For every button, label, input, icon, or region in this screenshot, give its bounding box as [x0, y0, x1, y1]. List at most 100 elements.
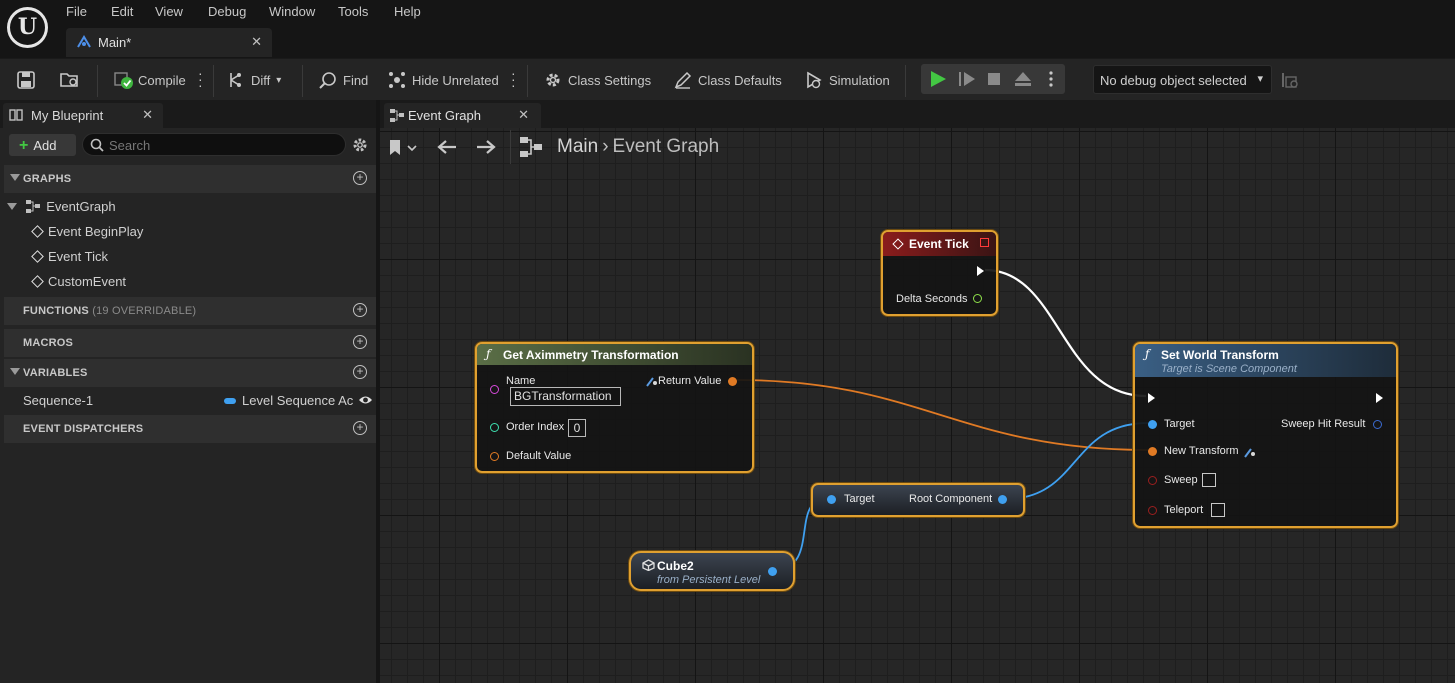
order-index-input[interactable]: 0 — [568, 419, 586, 437]
sweep-pin[interactable] — [1148, 476, 1157, 485]
section-macros[interactable]: MACROS + — [4, 329, 376, 357]
tree-item-event-tick[interactable]: Event Tick — [31, 249, 108, 264]
event-graph-tab[interactable]: Event Graph ✕ — [384, 103, 541, 128]
tree-item-event-beginplay[interactable]: Event BeginPlay — [31, 224, 143, 239]
return-value-pin[interactable] — [728, 377, 737, 386]
bookmark-icon[interactable] — [389, 139, 419, 160]
eject-icon[interactable] — [1015, 72, 1031, 86]
add-graph-icon[interactable]: + — [353, 171, 367, 185]
menu-window[interactable]: Window — [269, 4, 315, 20]
order-index-pin[interactable] — [490, 423, 499, 432]
node-get-aximmetry-transformation[interactable]: ƒ Get Aximmetry Transformation Name BGTr… — [475, 342, 754, 473]
forward-arrow-icon[interactable] — [475, 139, 497, 158]
node-set-world-transform[interactable]: ƒ Set World Transform Target is Scene Co… — [1133, 342, 1398, 528]
play-icon[interactable] — [931, 71, 946, 87]
my-blueprint-tab[interactable]: My Blueprint ✕ — [3, 103, 163, 128]
hide-unrelated-button[interactable]: Hide Unrelated — [388, 71, 499, 89]
compile-options-icon[interactable]: · · · — [198, 66, 203, 92]
variable-type: Level Sequence Ac — [242, 393, 354, 408]
add-macro-icon[interactable]: + — [353, 335, 367, 349]
gear-icon — [544, 71, 562, 89]
unreal-logo-icon[interactable]: U — [7, 7, 48, 48]
section-graphs[interactable]: GRAPHS + — [4, 165, 376, 193]
exec-out-pin[interactable] — [1376, 393, 1383, 403]
teleport-pin[interactable] — [1148, 506, 1157, 515]
play-options-icon[interactable] — [1049, 71, 1053, 87]
browse-button[interactable] — [60, 71, 78, 89]
document-tab-main[interactable]: Main* ✕ — [66, 28, 272, 57]
more-options-icon[interactable]: · · · — [511, 66, 516, 92]
breadcrumb-event-graph[interactable]: Event Graph — [613, 136, 720, 157]
compile-label: Compile — [138, 72, 186, 88]
back-arrow-icon[interactable] — [436, 139, 458, 158]
my-blueprint-title: My Blueprint — [31, 108, 104, 123]
pin-label-teleport: Teleport — [1164, 504, 1204, 516]
add-button[interactable]: + Add — [9, 134, 76, 156]
visibility-eye-icon[interactable] — [358, 394, 373, 409]
menu-file[interactable]: File — [66, 4, 87, 20]
tree-item-customevent[interactable]: CustomEvent — [31, 274, 126, 289]
sweep-checkbox[interactable] — [1202, 473, 1216, 487]
menu-help[interactable]: Help — [394, 4, 421, 20]
close-icon[interactable]: ✕ — [142, 107, 153, 123]
compile-button[interactable]: Compile — [114, 71, 186, 89]
menu-view[interactable]: View — [155, 4, 183, 20]
node-get-root-component[interactable]: Target Root Component — [811, 483, 1025, 517]
debug-filter-button[interactable] — [1281, 71, 1299, 89]
find-button[interactable]: Find — [319, 71, 368, 89]
diff-icon — [227, 71, 245, 89]
new-transform-pin[interactable] — [1148, 447, 1157, 456]
delegate-pin-icon[interactable] — [980, 238, 989, 247]
default-value-pin[interactable] — [490, 452, 499, 461]
section-variables[interactable]: VARIABLES + — [4, 359, 376, 387]
node-event-tick[interactable]: Event Tick Delta Seconds — [881, 230, 998, 316]
settings-gear-icon[interactable] — [352, 137, 368, 156]
search-input[interactable]: Search — [82, 133, 346, 156]
my-blueprint-body: + Add Search GRAPHS + EventGraph Event Be… — [0, 128, 376, 683]
variable-type-pill-icon — [224, 398, 236, 404]
tree-item-eventgraph[interactable]: EventGraph — [7, 199, 116, 216]
browse-icon — [60, 71, 78, 89]
target-pin[interactable] — [1148, 420, 1157, 429]
root-component-pin[interactable] — [998, 495, 1007, 504]
section-functions[interactable]: FUNCTIONS (19 OVERRIDABLE) + — [4, 297, 376, 325]
node-title: Cube2 — [657, 559, 694, 573]
node-cube2[interactable]: Cube2 from Persistent Level — [629, 551, 795, 591]
menu-tools[interactable]: Tools — [338, 4, 368, 20]
hide-unrelated-icon — [388, 71, 406, 89]
add-variable-icon[interactable]: + — [353, 365, 367, 379]
close-icon[interactable]: ✕ — [251, 34, 262, 50]
class-settings-button[interactable]: Class Settings — [544, 71, 651, 89]
diff-button[interactable]: Diff ▾ — [227, 71, 281, 89]
pin-label-sweep-hit-result: Sweep Hit Result — [1281, 418, 1366, 430]
add-event-dispatcher-icon[interactable]: + — [353, 421, 367, 435]
debug-object-select[interactable]: No debug object selected ▾ — [1093, 65, 1272, 94]
advance-frame-icon[interactable] — [959, 72, 975, 86]
exec-in-pin[interactable] — [1148, 393, 1155, 403]
cube2-output-pin[interactable] — [768, 567, 777, 576]
node-header: ƒ Get Aximmetry Transformation — [477, 344, 752, 365]
add-function-icon[interactable]: + — [353, 303, 367, 317]
close-icon[interactable]: ✕ — [518, 107, 529, 123]
variable-row[interactable]: Sequence-1 Level Sequence Ac — [23, 393, 373, 408]
section-event-dispatchers[interactable]: EVENT DISPATCHERS + — [4, 415, 376, 443]
menu-edit[interactable]: Edit — [111, 4, 133, 20]
menu-debug[interactable]: Debug — [208, 4, 246, 20]
tree-item-label: EventGraph — [46, 199, 116, 214]
name-value-input[interactable]: BGTransformation — [510, 387, 621, 406]
separator — [905, 65, 906, 97]
chevron-down-icon: ▾ — [1257, 73, 1263, 85]
save-button[interactable] — [17, 71, 35, 89]
breadcrumb-main[interactable]: Main — [557, 136, 598, 157]
class-defaults-button[interactable]: Class Defaults — [674, 71, 782, 89]
node-title: Get Aximmetry Transformation — [503, 348, 679, 362]
teleport-checkbox[interactable] — [1211, 503, 1225, 517]
simulation-button[interactable]: Simulation — [805, 71, 890, 89]
delta-seconds-pin[interactable] — [973, 294, 982, 303]
simulation-label: Simulation — [829, 72, 890, 88]
exec-out-pin[interactable] — [977, 266, 984, 276]
stop-icon[interactable] — [988, 73, 1000, 85]
name-pin[interactable] — [490, 385, 499, 394]
root-target-pin[interactable] — [827, 495, 836, 504]
sweep-hit-result-pin[interactable] — [1373, 420, 1382, 429]
